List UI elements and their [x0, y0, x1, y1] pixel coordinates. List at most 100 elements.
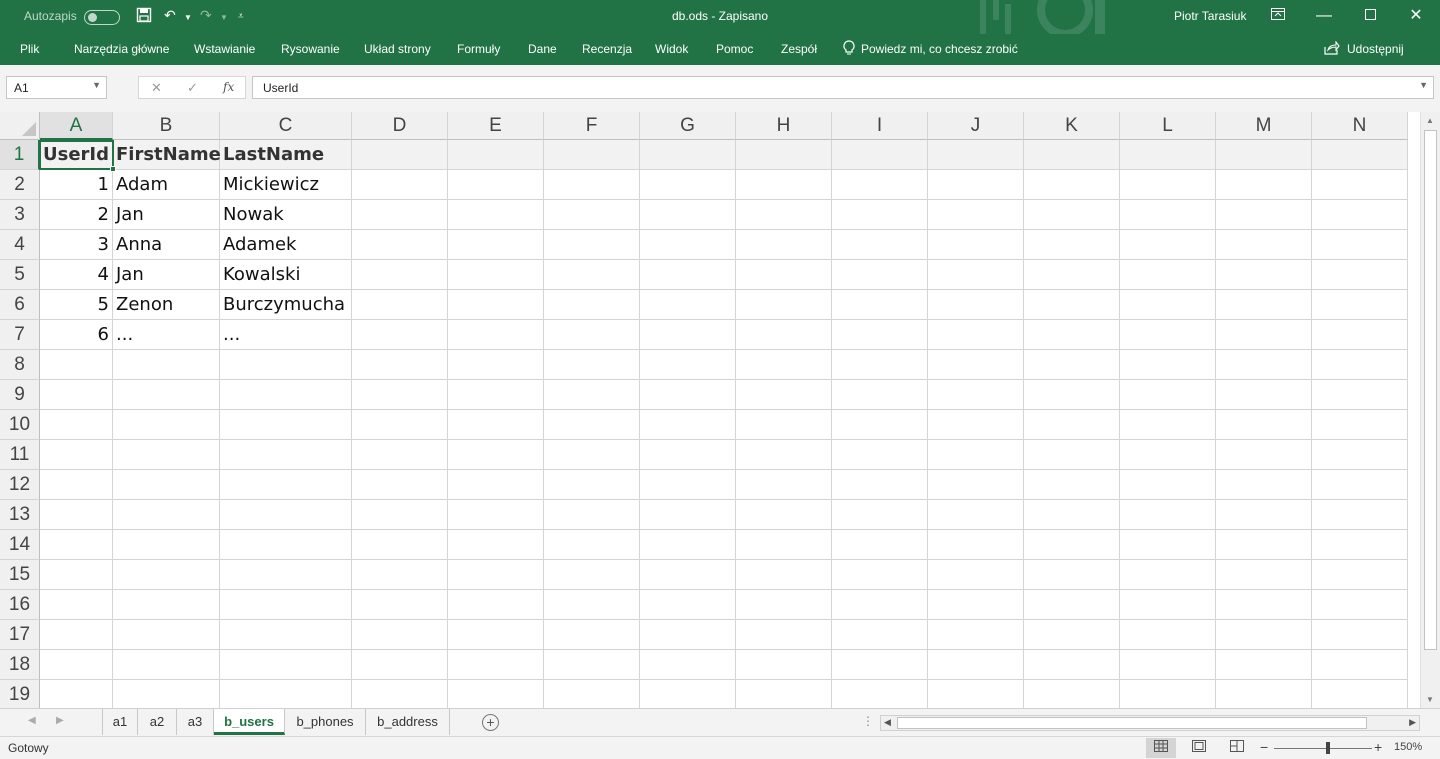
cell-c6[interactable]: Burczymucha	[220, 290, 352, 320]
cell-i17[interactable]	[832, 620, 928, 650]
row-header-10[interactable]: 10	[0, 410, 40, 440]
column-header-e[interactable]: E	[448, 112, 544, 140]
cell-d2[interactable]	[352, 170, 448, 200]
close-icon[interactable]: ✕	[1403, 5, 1429, 27]
cell-m4[interactable]	[1216, 230, 1312, 260]
menu-data[interactable]: Dane	[528, 42, 557, 56]
cell-d17[interactable]	[352, 620, 448, 650]
vertical-scroll-thumb[interactable]	[1424, 130, 1437, 650]
cell-d18[interactable]	[352, 650, 448, 680]
cell-n14[interactable]	[1312, 530, 1408, 560]
cell-l7[interactable]	[1120, 320, 1216, 350]
cell-l1[interactable]	[1120, 140, 1216, 170]
cell-d19[interactable]	[352, 680, 448, 708]
cell-i10[interactable]	[832, 410, 928, 440]
cell-n11[interactable]	[1312, 440, 1408, 470]
cell-k13[interactable]	[1024, 500, 1120, 530]
cell-a19[interactable]	[40, 680, 113, 708]
column-header-j[interactable]: J	[928, 112, 1024, 140]
cell-c12[interactable]	[220, 470, 352, 500]
autosave-toggle[interactable]	[84, 10, 120, 25]
cell-m7[interactable]	[1216, 320, 1312, 350]
cell-f6[interactable]	[544, 290, 640, 320]
cell-c4[interactable]: Adamek	[220, 230, 352, 260]
cell-k17[interactable]	[1024, 620, 1120, 650]
worksheet-grid[interactable]: ABCDEFGHIJKLMN 1 2 3 4 5 6 7 8 9 10 11 12 13 14 15 16 17…	[0, 112, 1420, 708]
cell-l17[interactable]	[1120, 620, 1216, 650]
cell-i15[interactable]	[832, 560, 928, 590]
expand-formula-icon[interactable]: ▼	[1419, 80, 1428, 90]
scroll-up-icon[interactable]: ▲	[1426, 116, 1434, 125]
zoom-slider-thumb[interactable]	[1326, 742, 1330, 754]
cell-j2[interactable]	[928, 170, 1024, 200]
cell-c3[interactable]: Nowak	[220, 200, 352, 230]
cell-i14[interactable]	[832, 530, 928, 560]
menu-team[interactable]: Zespół	[781, 42, 817, 56]
cell-i11[interactable]	[832, 440, 928, 470]
cell-g2[interactable]	[640, 170, 736, 200]
cell-m11[interactable]	[1216, 440, 1312, 470]
cell-l13[interactable]	[1120, 500, 1216, 530]
cell-b7[interactable]: ...	[113, 320, 220, 350]
cell-n13[interactable]	[1312, 500, 1408, 530]
cell-j8[interactable]	[928, 350, 1024, 380]
cell-l12[interactable]	[1120, 470, 1216, 500]
cell-i9[interactable]	[832, 380, 928, 410]
row-header-9[interactable]: 9	[0, 380, 40, 410]
cell-l3[interactable]	[1120, 200, 1216, 230]
cell-e16[interactable]	[448, 590, 544, 620]
cell-c1[interactable]: LastName	[220, 140, 352, 170]
cell-d5[interactable]	[352, 260, 448, 290]
cell-c9[interactable]	[220, 380, 352, 410]
cell-d9[interactable]	[352, 380, 448, 410]
cell-n6[interactable]	[1312, 290, 1408, 320]
cell-c10[interactable]	[220, 410, 352, 440]
row-header-12[interactable]: 12	[0, 470, 40, 500]
page-break-preview-icon[interactable]	[1222, 738, 1252, 758]
name-box-dropdown-icon[interactable]: ▼	[92, 80, 101, 90]
cell-l4[interactable]	[1120, 230, 1216, 260]
cell-b13[interactable]	[113, 500, 220, 530]
column-header-g[interactable]: G	[640, 112, 736, 140]
cell-m13[interactable]	[1216, 500, 1312, 530]
cell-a8[interactable]	[40, 350, 113, 380]
cell-a5[interactable]: 4	[40, 260, 113, 290]
cell-g9[interactable]	[640, 380, 736, 410]
column-header-l[interactable]: L	[1120, 112, 1216, 140]
zoom-in-icon[interactable]: +	[1374, 739, 1382, 755]
cell-n9[interactable]	[1312, 380, 1408, 410]
cell-j3[interactable]	[928, 200, 1024, 230]
cell-e11[interactable]	[448, 440, 544, 470]
vertical-scrollbar[interactable]: ▲ ▼	[1420, 112, 1440, 708]
column-header-b[interactable]: B	[113, 112, 220, 140]
cell-f18[interactable]	[544, 650, 640, 680]
cell-h14[interactable]	[736, 530, 832, 560]
menu-insert[interactable]: Wstawianie	[194, 42, 255, 56]
cell-g12[interactable]	[640, 470, 736, 500]
cell-l14[interactable]	[1120, 530, 1216, 560]
cell-j6[interactable]	[928, 290, 1024, 320]
cell-h11[interactable]	[736, 440, 832, 470]
cell-l9[interactable]	[1120, 380, 1216, 410]
sheet-tab-b-phones[interactable]: b_phones	[285, 709, 366, 735]
cell-a10[interactable]	[40, 410, 113, 440]
cell-i8[interactable]	[832, 350, 928, 380]
cell-j1[interactable]	[928, 140, 1024, 170]
cell-d11[interactable]	[352, 440, 448, 470]
fill-handle[interactable]	[110, 166, 116, 172]
cell-j17[interactable]	[928, 620, 1024, 650]
column-header-a[interactable]: A	[40, 112, 113, 140]
menu-view[interactable]: Widok	[655, 42, 688, 56]
scroll-left-icon[interactable]: ◀	[884, 717, 891, 728]
cell-i16[interactable]	[832, 590, 928, 620]
save-icon[interactable]	[136, 7, 152, 26]
cell-g11[interactable]	[640, 440, 736, 470]
cell-n10[interactable]	[1312, 410, 1408, 440]
cell-f7[interactable]	[544, 320, 640, 350]
cell-i5[interactable]	[832, 260, 928, 290]
cell-b16[interactable]	[113, 590, 220, 620]
cell-m18[interactable]	[1216, 650, 1312, 680]
cell-k2[interactable]	[1024, 170, 1120, 200]
column-header-m[interactable]: M	[1216, 112, 1312, 140]
cell-d14[interactable]	[352, 530, 448, 560]
